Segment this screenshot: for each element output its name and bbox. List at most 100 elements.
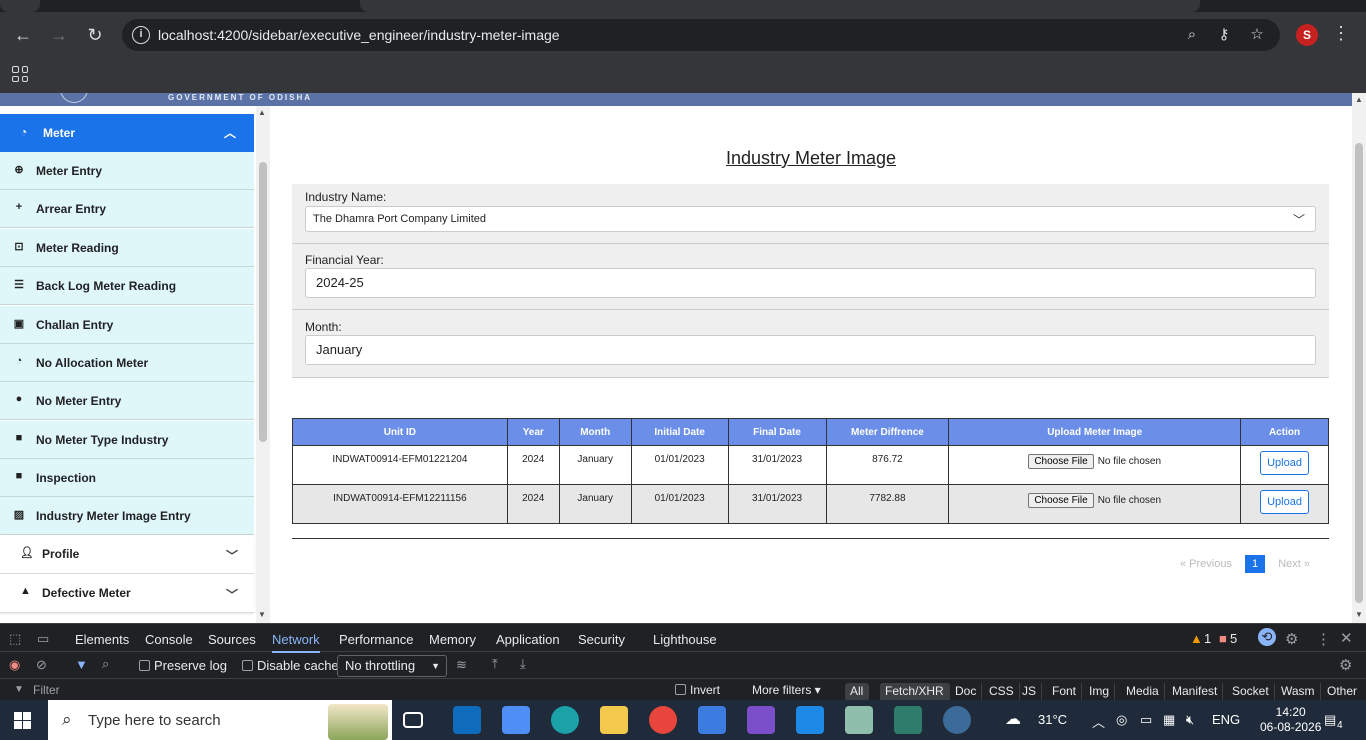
sidebar-item-industry-meter-image-entry[interactable]: ▨ Industry Meter Image Entry (0, 497, 254, 535)
weather-cloud-icon[interactable]: ☁ (1005, 709, 1021, 729)
disable-cache-checkbox[interactable]: Disable cache (242, 658, 339, 673)
settings-gear-icon[interactable]: ⚙ (1285, 630, 1298, 648)
tab-performance[interactable]: Performance (339, 632, 413, 647)
next-page-link[interactable]: Next » (1278, 558, 1310, 570)
chip-socket[interactable]: Socket (1227, 683, 1275, 701)
more-filters-button[interactable]: More filters ▾ (752, 683, 821, 697)
chip-all[interactable]: All (845, 683, 870, 701)
vscode-icon[interactable] (796, 706, 824, 734)
error-count[interactable]: 5 (1230, 631, 1237, 646)
sidebar-item-no-meter-type-industry[interactable]: ■ No Meter Type Industry (0, 421, 254, 459)
invert-checkbox[interactable]: Invert (675, 683, 720, 697)
sidebar-item-meter-entry[interactable]: ⊕ Meter Entry (0, 152, 254, 190)
file-explorer-icon[interactable] (600, 706, 628, 734)
back-icon[interactable]: ← (11, 23, 35, 47)
taskbar-search[interactable]: ⌕ Type here to search (48, 700, 392, 740)
outlook-icon[interactable] (453, 706, 481, 734)
sidebar-scroll-thumb[interactable] (259, 162, 267, 442)
chip-font[interactable]: Font (1047, 683, 1083, 701)
upload-button[interactable]: Upload (1260, 451, 1309, 475)
tab-console[interactable]: Console (145, 632, 193, 647)
sidebar-item-back-log-meter-reading[interactable]: ☰ Back Log Meter Reading (0, 267, 254, 305)
sidebar-section-defective-meter[interactable]: ▲ Defective Meter ﹀ (0, 574, 254, 613)
sidebar-item-no-meter-entry[interactable]: ● No Meter Entry (0, 382, 254, 420)
industry-name-select[interactable]: The Dhamra Port Company Limited ﹀ (305, 206, 1316, 232)
star-icon[interactable]: ☆ (1247, 25, 1267, 45)
postgres-icon[interactable] (943, 706, 971, 734)
language-indicator[interactable]: ENG (1212, 712, 1240, 727)
sheets-icon[interactable] (894, 706, 922, 734)
sidebar-item-inspection[interactable]: ■ Inspection (0, 459, 254, 497)
key-icon[interactable]: ⚷ (1214, 25, 1234, 45)
more-menu-icon[interactable]: ⋮ (1332, 23, 1350, 44)
apps-grid-icon[interactable] (12, 66, 28, 82)
site-info-icon[interactable]: i (132, 26, 150, 44)
sidebar-item-challan-entry[interactable]: ▣ Challan Entry (0, 306, 254, 344)
throttling-select[interactable]: No throttling ▼ (337, 655, 447, 677)
chip-doc[interactable]: Doc (950, 683, 983, 701)
sidebar-section-profile[interactable]: 👤︎ Profile ﹀ (0, 535, 254, 574)
chip-wasm[interactable]: Wasm (1276, 683, 1321, 701)
record-icon[interactable]: ◉ (9, 657, 20, 673)
sidebar-scrollbar[interactable]: ▲ ▼ (256, 106, 270, 623)
choose-file-button[interactable]: Choose File (1028, 454, 1094, 469)
scroll-down-arrow-icon[interactable]: ▼ (258, 610, 266, 619)
sidebar-item-arrear-entry[interactable]: + Arrear Entry (0, 190, 254, 228)
ai-assist-icon[interactable]: ⟲ (1258, 628, 1276, 646)
chip-other[interactable]: Other (1322, 683, 1362, 701)
sidebar-section-meter[interactable]: ◔ Meter ︿ (0, 114, 254, 152)
zoom-icon[interactable]: ⌕ (1182, 25, 1202, 45)
chip-css[interactable]: CSS (984, 683, 1020, 701)
chip-manifest[interactable]: Manifest (1167, 683, 1224, 701)
search-icon[interactable]: ⌕ (102, 656, 109, 672)
warning-count[interactable]: 1 (1204, 631, 1211, 646)
scroll-up-arrow-icon[interactable]: ▲ (258, 108, 266, 117)
reload-icon[interactable]: ↻ (83, 23, 107, 47)
tab-sources[interactable]: Sources (208, 632, 256, 647)
preserve-log-checkbox[interactable]: Preserve log (139, 658, 227, 673)
warning-icon[interactable]: ▲ (1190, 631, 1203, 646)
clock[interactable]: 14:20 06-08-2026 (1260, 705, 1321, 735)
volume-muted-icon[interactable]: 🔇︎ (1186, 712, 1194, 728)
tab-security[interactable]: Security (578, 632, 625, 647)
temperature-label[interactable]: 31°C (1038, 712, 1067, 727)
previous-page-link[interactable]: « Previous (1180, 558, 1232, 570)
show-hidden-icons-icon[interactable]: ︿ (1092, 712, 1105, 731)
close-icon[interactable]: ✕ (1340, 629, 1353, 647)
upload-button[interactable]: Upload (1260, 490, 1309, 514)
browser-tab[interactable] (1104, 0, 1200, 12)
store-icon[interactable] (502, 706, 530, 734)
more-menu-icon[interactable]: ⋮ (1316, 630, 1331, 648)
notepad-icon[interactable] (845, 706, 873, 734)
sidebar-item-meter-reading[interactable]: ⊡ Meter Reading (0, 229, 254, 267)
current-page-button[interactable]: 1 (1245, 555, 1266, 573)
tab-network[interactable]: Network (272, 632, 320, 653)
visual-studio-icon[interactable] (747, 706, 775, 734)
scroll-down-arrow-icon[interactable]: ▼ (1355, 610, 1363, 619)
network-conditions-icon[interactable]: ≋ (456, 657, 467, 673)
tab-memory[interactable]: Memory (429, 632, 476, 647)
filter-input[interactable]: Filter (33, 683, 60, 697)
chip-img[interactable]: Img (1084, 683, 1116, 701)
month-field[interactable]: January (305, 335, 1316, 365)
chip-media[interactable]: Media (1121, 683, 1165, 701)
tab-lighthouse[interactable]: Lighthouse (653, 632, 717, 647)
choose-file-button[interactable]: Choose File (1028, 493, 1094, 508)
filter-icon[interactable]: ▼ (75, 657, 88, 672)
network-icon[interactable]: ▦ (1163, 712, 1175, 728)
financial-year-field[interactable]: 2024-25 (305, 268, 1316, 298)
error-icon[interactable]: ■ (1219, 631, 1227, 646)
meet-icon[interactable]: ◎ (1116, 712, 1127, 728)
chip-fetch-xhr[interactable]: Fetch/XHR (880, 683, 950, 701)
export-har-icon[interactable]: ⤓ (520, 656, 526, 672)
tab-application[interactable]: Application (496, 632, 560, 647)
chrome-icon[interactable] (649, 706, 677, 734)
network-settings-icon[interactable]: ⚙ (1339, 656, 1352, 674)
forward-icon[interactable]: → (47, 23, 71, 47)
address-bar[interactable]: i localhost:4200/sidebar/executive_engin… (122, 19, 1280, 51)
page-scrollbar[interactable]: ▲ ▼ (1352, 93, 1366, 623)
clear-icon[interactable]: ⊘ (36, 657, 47, 673)
notification-icon[interactable]: ▤ (1324, 712, 1336, 728)
browser-tab[interactable] (360, 0, 1120, 12)
address-url[interactable]: localhost:4200/sidebar/executive_enginee… (158, 27, 560, 43)
